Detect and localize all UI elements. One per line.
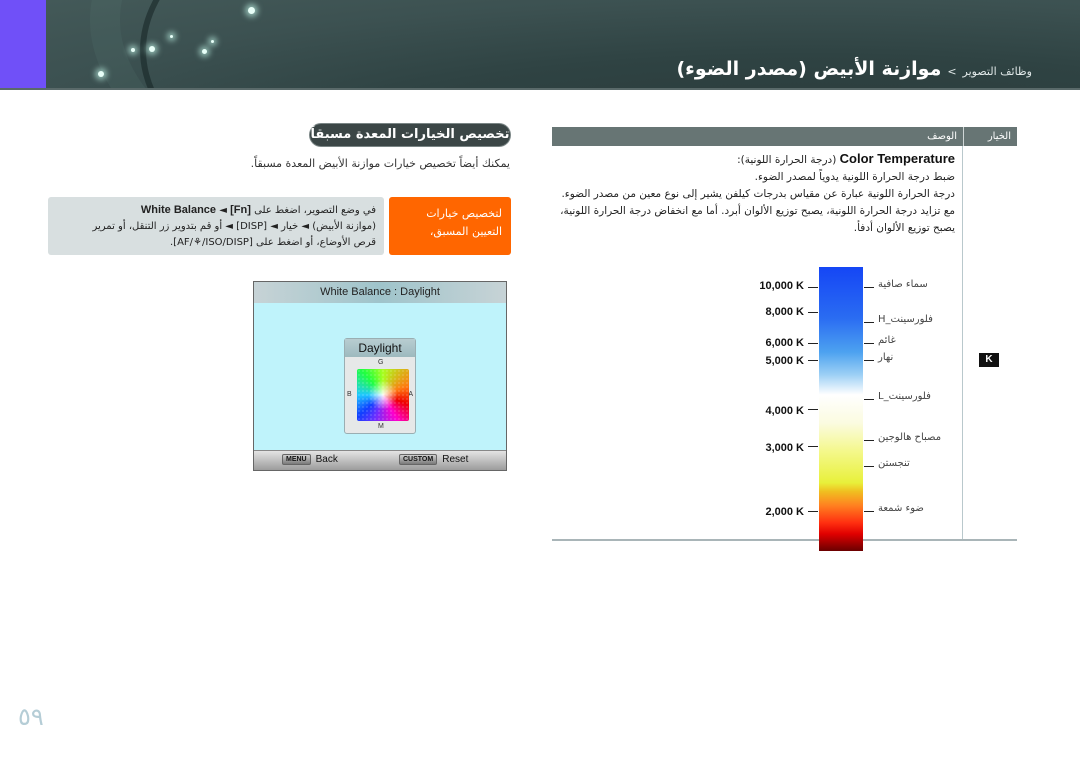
tick: [808, 409, 818, 410]
sparkle-icon: [211, 40, 214, 43]
camera-screen-title: White Balance : Daylight: [254, 282, 506, 303]
tick: [808, 312, 818, 313]
light-source-label: نهار: [878, 352, 894, 363]
sparkle-icon: [202, 49, 207, 54]
tick: [864, 360, 874, 361]
tip-instructions: في وضع التصوير، اضغط على [Fn] ◄ White Ba…: [48, 197, 384, 255]
header-option: الخيار: [963, 127, 1017, 146]
reset-button[interactable]: CUSTOM Reset: [399, 454, 468, 465]
side-tab-marker: [0, 0, 46, 90]
light-source-label: تنجستن: [878, 458, 910, 469]
section-intro: يمكنك أيضاً تخصيص خيارات موازنة الأبيض ا…: [250, 157, 510, 170]
tick: [808, 446, 818, 447]
kelvin-label: 2,000 K: [765, 506, 804, 518]
sparkle-icon: [98, 71, 104, 77]
tick: [864, 511, 874, 512]
kelvin-label: 6,000 K: [765, 337, 804, 349]
arrow-icon: ◄: [219, 205, 227, 216]
table-header: الخيار الوصف: [552, 127, 1017, 146]
kelvin-label: 3,000 K: [765, 442, 804, 454]
tip-line-1: في وضع التصوير، اضغط على [Fn] ◄ White Ba…: [56, 202, 376, 219]
kelvin-label: 8,000 K: [765, 306, 804, 318]
kelvin-label: 10,000 K: [759, 280, 804, 292]
header-divider: [0, 88, 1080, 90]
sparkle-icon: [248, 7, 255, 14]
menu-item-label: White Balance: [140, 204, 217, 216]
camera-screen: White Balance : Daylight Daylight G B A …: [253, 281, 507, 471]
reset-label: Reset: [442, 454, 469, 465]
tick: [808, 287, 818, 288]
custom-key-icon: CUSTOM: [399, 454, 438, 465]
sparkle-icon: [131, 48, 135, 52]
tip-line-2: (موازنة الأبيض) ◄ خيار ◄ [DISP] ◄ أو قم …: [92, 221, 376, 232]
axis-label-g: G: [378, 359, 384, 366]
tip-line-3: قرص الأوضاع، أو اضغط على [AF/⚘/ISO/DISP]…: [170, 237, 376, 248]
light-source-label: مصباح هالوجين: [878, 432, 942, 443]
light-source-label: فلورسينت_L: [878, 391, 931, 402]
tick: [808, 360, 818, 361]
breadcrumb-parent[interactable]: وظائف التصوير: [963, 65, 1032, 78]
axis-label-m: M: [378, 423, 384, 430]
tick: [864, 287, 874, 288]
light-source-label: ضوء شمعة: [878, 503, 924, 514]
page-title: موازنة الأبيض (مصدر الضوء): [676, 58, 942, 80]
options-table: الخيار الوصف K Color Temperature (درجة ا…: [552, 127, 1017, 551]
table-row: K Color Temperature (درجة الحرارة اللوني…: [552, 146, 1017, 551]
header-banner: وظائف التصوير > موازنة الأبيض (مصدر الضو…: [0, 0, 1080, 90]
axis-label-a: A: [408, 391, 413, 398]
tick: [808, 511, 818, 512]
sparkle-icon: [170, 35, 173, 38]
section-heading: تخصيص الخيارات المعدة مسبقاً: [310, 124, 510, 146]
page-number: ٥٩: [18, 703, 44, 731]
white-balance-panel: Daylight G B A M: [344, 338, 416, 434]
fn-key-label: [Fn]: [230, 204, 251, 216]
color-shift-grid[interactable]: [357, 369, 409, 421]
breadcrumb-separator: >: [947, 65, 957, 78]
color-grid-area: G B A M: [345, 357, 415, 433]
tip-text: في وضع التصوير، اضغط على: [254, 205, 376, 216]
tick: [864, 322, 874, 323]
light-source-label: فلورسينت_H: [878, 314, 933, 325]
tick: [864, 343, 874, 344]
tick: [864, 440, 874, 441]
light-source-label: غائم: [878, 335, 896, 346]
sparkle-icon: [149, 46, 155, 52]
menu-key-icon: MENU: [282, 454, 311, 465]
axis-label-b: B: [347, 391, 352, 398]
tick: [808, 343, 818, 344]
header-description: الوصف: [927, 131, 957, 142]
camera-screen-footer: MENU Back CUSTOM Reset: [254, 450, 506, 470]
tick: [864, 399, 874, 400]
color-temperature-scale: 10,000 K 8,000 K 6,000 K 5,000 K 4,000 K…: [552, 146, 1017, 551]
kelvin-label: 5,000 K: [765, 355, 804, 367]
light-source-label: سماء صافية: [878, 279, 928, 290]
tip-label: لتخصيص خيارات التعيين المسبق،: [389, 197, 511, 255]
tick: [864, 466, 874, 467]
temperature-gradient-bar: [819, 267, 863, 551]
back-button[interactable]: MENU Back: [282, 454, 338, 465]
back-label: Back: [315, 454, 338, 465]
panel-title: Daylight: [345, 339, 415, 357]
breadcrumb: وظائف التصوير > موازنة الأبيض (مصدر الضو…: [676, 58, 1032, 80]
kelvin-label: 4,000 K: [765, 405, 804, 417]
